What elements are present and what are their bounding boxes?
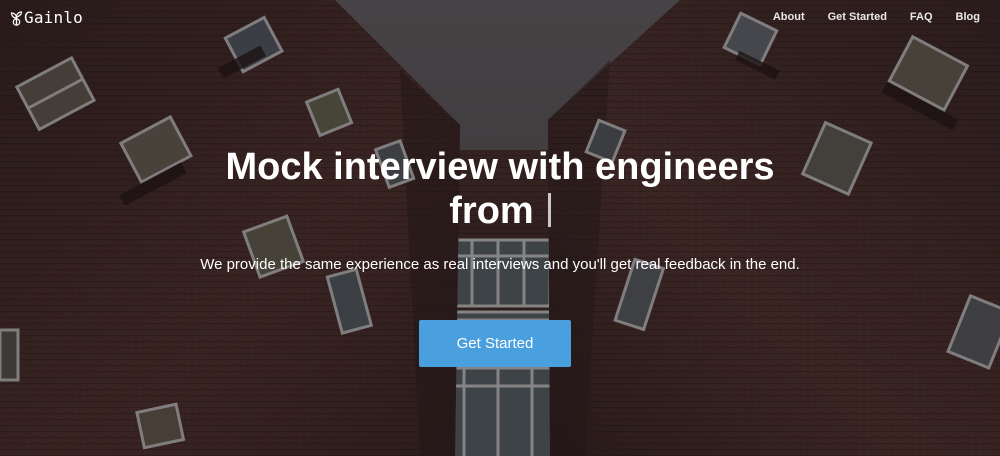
nav-about-link[interactable]: About	[773, 11, 805, 23]
brand-name: Gainlo	[24, 8, 83, 27]
hero-title-line1: Mock interview with engineers	[225, 146, 775, 188]
nav-links: About Get Started FAQ Blog	[750, 11, 980, 23]
hero-title-line2: from	[449, 190, 534, 232]
typing-cursor	[547, 193, 551, 227]
top-navbar: Gainlo About Get Started FAQ Blog	[0, 0, 1000, 36]
nav-faq-link[interactable]: FAQ	[910, 11, 933, 23]
get-started-button[interactable]: Get Started	[419, 320, 571, 367]
hero-title: Mock interview with engineers from	[0, 145, 1000, 233]
hero-subtitle: We provide the same experience as real i…	[200, 256, 800, 273]
nav-get-started-link[interactable]: Get Started	[828, 11, 887, 23]
nav-blog-link[interactable]: Blog	[956, 11, 980, 23]
sprout-icon	[10, 10, 23, 26]
brand-logo[interactable]: Gainlo	[10, 8, 83, 27]
